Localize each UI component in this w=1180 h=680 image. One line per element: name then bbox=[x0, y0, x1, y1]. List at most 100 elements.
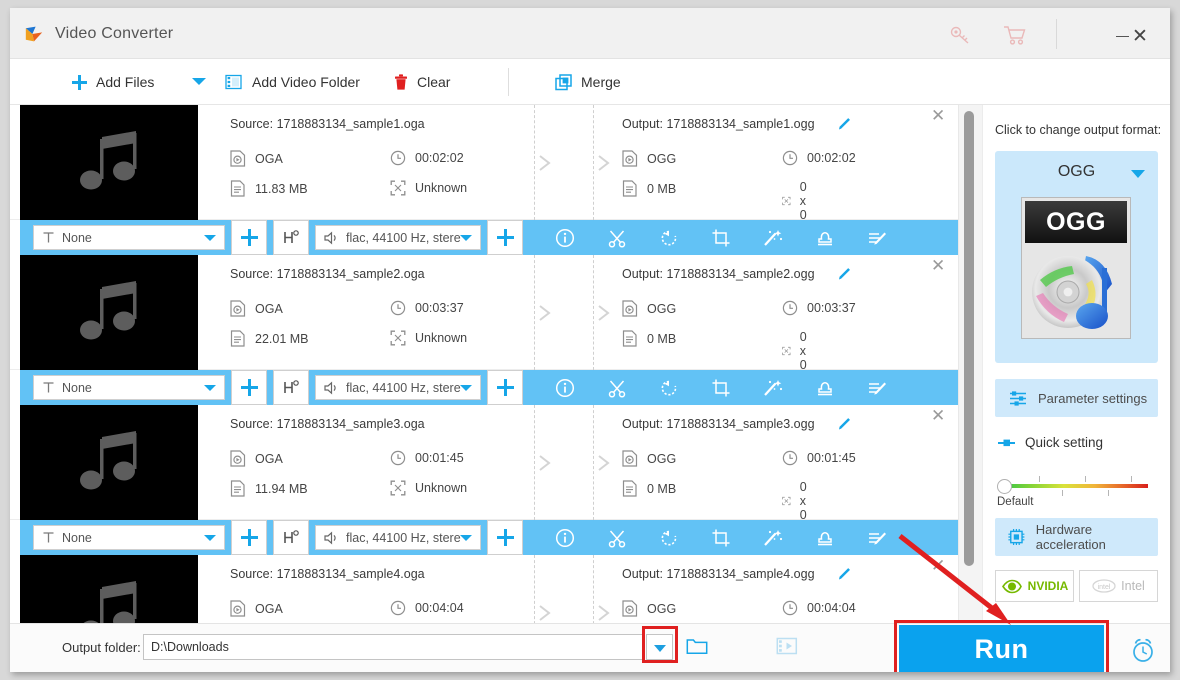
scrollbar-thumb[interactable] bbox=[964, 111, 974, 566]
music-note-icon bbox=[80, 431, 137, 490]
magic-wand-icon[interactable] bbox=[747, 220, 799, 255]
resize-icon bbox=[782, 346, 791, 356]
crop-icon[interactable] bbox=[695, 520, 747, 555]
key-icon[interactable] bbox=[948, 24, 974, 46]
remove-item-button[interactable]: ✕ bbox=[931, 108, 947, 125]
parameter-settings-button[interactable]: Parameter settings bbox=[995, 379, 1158, 417]
slider-tick bbox=[1062, 490, 1063, 496]
svg-text:intel: intel bbox=[1098, 584, 1111, 591]
chevron-right-icon bbox=[598, 155, 610, 171]
intel-label: Intel bbox=[1121, 579, 1145, 593]
rotate-icon[interactable] bbox=[643, 520, 695, 555]
nvidia-toggle[interactable]: NVIDIA bbox=[995, 570, 1074, 602]
remove-item-button[interactable]: ✕ bbox=[931, 558, 947, 575]
output-format-card[interactable]: OGG OGG bbox=[995, 151, 1158, 363]
run-button[interactable]: Run bbox=[899, 625, 1104, 672]
add-audio-button[interactable] bbox=[487, 370, 523, 405]
output-info: Output: 1718883134_sample1.ogg OGG 00:02… bbox=[622, 117, 856, 222]
folder-icon[interactable] bbox=[686, 637, 708, 656]
alarm-clock-icon[interactable] bbox=[1129, 636, 1157, 664]
remove-item-button[interactable]: ✕ bbox=[931, 408, 947, 425]
shopping-cart-icon[interactable] bbox=[1002, 24, 1028, 46]
subtitle-select[interactable]: None bbox=[33, 375, 225, 400]
pencil-icon[interactable] bbox=[837, 416, 853, 432]
subtitle-edit-icon[interactable] bbox=[851, 370, 903, 405]
toolbar-divider bbox=[508, 68, 509, 96]
info-icon[interactable] bbox=[539, 220, 591, 255]
slider-knob[interactable] bbox=[997, 479, 1012, 494]
scissors-icon[interactable] bbox=[591, 220, 643, 255]
film-list-icon[interactable] bbox=[776, 636, 798, 656]
crop-icon[interactable] bbox=[695, 220, 747, 255]
output-folder-input[interactable]: D:\Downloads bbox=[143, 634, 645, 660]
hardware-acceleration-button[interactable]: Hardware acceleration bbox=[995, 518, 1158, 556]
source-resolution: Unknown bbox=[390, 480, 467, 496]
subtitle-edit-icon[interactable] bbox=[851, 220, 903, 255]
output-filename: Output: 1718883134_sample4.ogg bbox=[622, 567, 815, 581]
audio-track-select[interactable]: flac, 44100 Hz, stere bbox=[315, 525, 481, 550]
scissors-icon[interactable] bbox=[591, 520, 643, 555]
hdr-button[interactable] bbox=[273, 370, 309, 405]
rotate-icon[interactable] bbox=[643, 220, 695, 255]
resize-icon bbox=[390, 330, 406, 346]
file-format-icon bbox=[230, 600, 246, 617]
file-format-icon bbox=[622, 150, 638, 167]
plus-icon bbox=[240, 379, 258, 396]
add-files-button[interactable]: Add Files bbox=[72, 59, 154, 105]
add-subtitle-button[interactable] bbox=[231, 370, 267, 405]
slider-tick bbox=[1085, 476, 1086, 482]
list-item: Source: 1718883134_sample2.oga OGA 00:03… bbox=[10, 255, 958, 405]
add-audio-button[interactable] bbox=[487, 220, 523, 255]
hdr-button[interactable] bbox=[273, 220, 309, 255]
watermark-stamp-icon[interactable] bbox=[799, 220, 851, 255]
video-thumbnail[interactable] bbox=[20, 255, 198, 370]
add-subtitle-button[interactable] bbox=[231, 520, 267, 555]
scissors-icon[interactable] bbox=[591, 370, 643, 405]
add-subtitle-button[interactable] bbox=[231, 220, 267, 255]
info-icon[interactable] bbox=[539, 370, 591, 405]
quality-slider[interactable]: Default bbox=[997, 470, 1148, 510]
magic-wand-icon[interactable] bbox=[747, 520, 799, 555]
list-item-details: Source: 1718883134_sample1.oga OGA 00:02… bbox=[10, 105, 958, 222]
audio-track-select[interactable]: flac, 44100 Hz, stere bbox=[315, 225, 481, 250]
subtitle-select[interactable]: None bbox=[33, 525, 225, 550]
source-resolution: Unknown bbox=[390, 330, 467, 346]
sliders-icon bbox=[1010, 390, 1026, 406]
add-audio-button[interactable] bbox=[487, 520, 523, 555]
acceleration-vendors: NVIDIA intel Intel bbox=[995, 570, 1158, 602]
watermark-stamp-icon[interactable] bbox=[799, 370, 851, 405]
rotate-icon[interactable] bbox=[643, 370, 695, 405]
pencil-icon[interactable] bbox=[837, 566, 853, 582]
list-scrollbar[interactable] bbox=[958, 105, 982, 623]
video-thumbnail[interactable] bbox=[20, 405, 198, 520]
watermark-stamp-icon[interactable] bbox=[799, 520, 851, 555]
info-icon[interactable] bbox=[539, 520, 591, 555]
subtitle-select[interactable]: None bbox=[33, 225, 225, 250]
add-video-folder-button[interactable]: Add Video Folder bbox=[225, 59, 360, 105]
pencil-icon[interactable] bbox=[837, 116, 853, 132]
file-list[interactable]: Source: 1718883134_sample1.oga OGA 00:02… bbox=[10, 105, 958, 623]
quick-setting-toggle[interactable]: Quick setting bbox=[997, 435, 1170, 450]
remove-item-button[interactable]: ✕ bbox=[931, 258, 947, 275]
item-actions bbox=[539, 220, 903, 255]
slider-tick bbox=[1108, 490, 1109, 496]
intel-toggle[interactable]: intel Intel bbox=[1079, 570, 1158, 602]
crop-icon[interactable] bbox=[695, 370, 747, 405]
video-thumbnail[interactable] bbox=[20, 555, 198, 623]
hdr-button[interactable] bbox=[273, 520, 309, 555]
document-icon bbox=[622, 480, 637, 497]
merge-button[interactable]: Merge bbox=[555, 59, 621, 105]
chevron-down-icon bbox=[460, 385, 472, 391]
subtitle-edit-icon[interactable] bbox=[851, 520, 903, 555]
chevron-down-icon[interactable] bbox=[1131, 170, 1145, 178]
list-item: Source: 1718883134_sample4.oga OGA 00:04… bbox=[10, 555, 958, 623]
magic-wand-icon[interactable] bbox=[747, 370, 799, 405]
add-files-dropdown-icon[interactable] bbox=[192, 78, 206, 85]
video-thumbnail[interactable] bbox=[20, 105, 198, 220]
audio-track-select[interactable]: flac, 44100 Hz, stere bbox=[315, 375, 481, 400]
pencil-icon[interactable] bbox=[837, 266, 853, 282]
output-folder-dropdown-button[interactable] bbox=[646, 634, 673, 660]
output-size: 0 MB bbox=[622, 480, 676, 497]
clear-button[interactable]: Clear bbox=[394, 59, 450, 105]
title-bar: Video Converter ✕ bbox=[10, 8, 1170, 59]
